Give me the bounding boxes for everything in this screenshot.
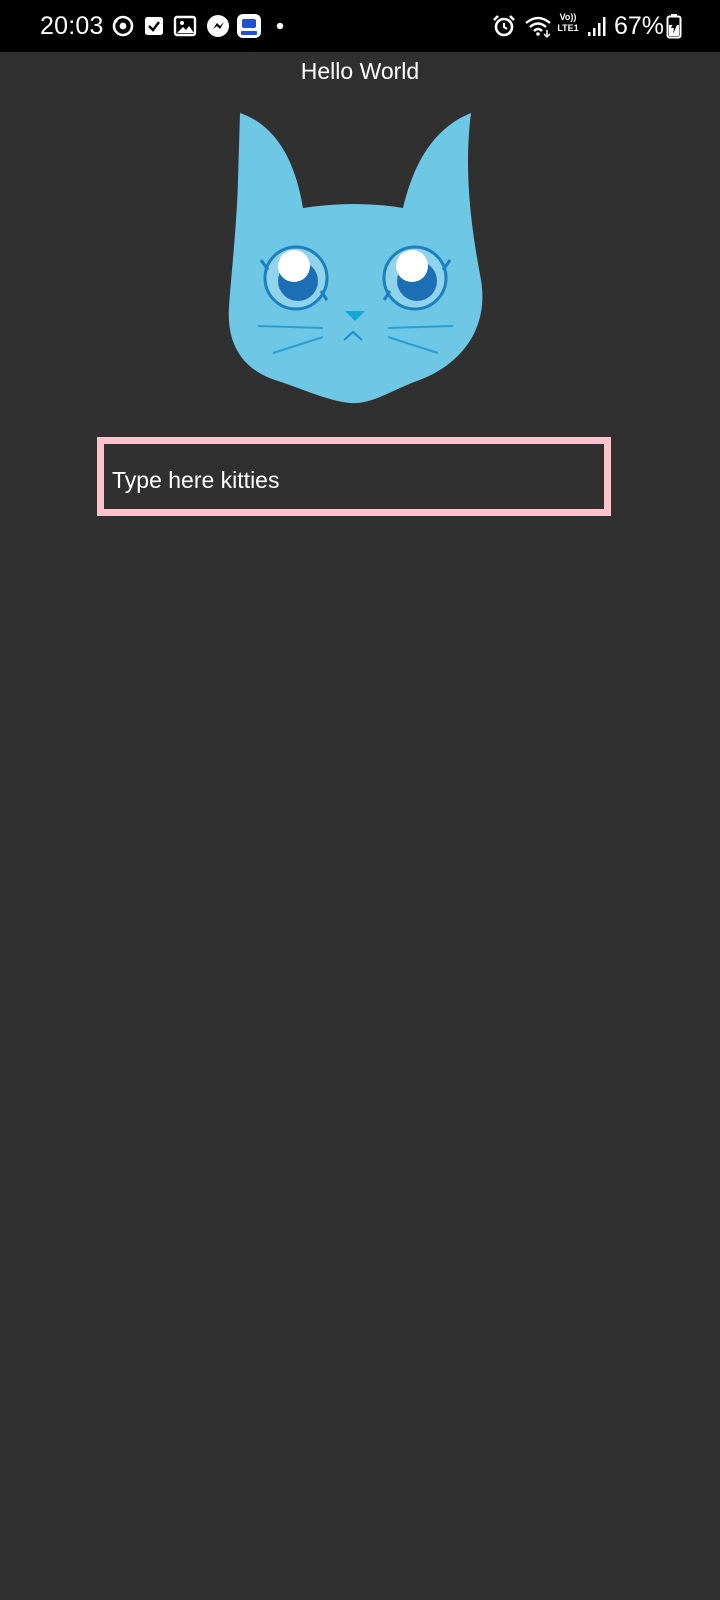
network-label-top: Vo)) [559,12,577,22]
app-icon [237,14,261,38]
hello-world-text: Hello World [300,58,420,84]
more-dot-icon [276,22,284,30]
signal-icon [588,17,606,36]
status-bar: 20:03 Vo)) LTE1 67% [0,0,720,52]
battery-charging-icon [666,14,682,39]
alarm-icon [493,15,515,37]
check-box-icon [145,17,163,35]
gallery-icon [173,15,197,37]
kitties-input-text[interactable]: Type here kitties [112,465,279,495]
status-time: 20:03 [40,12,104,40]
sync-icon [112,15,134,37]
messenger-icon [207,15,229,37]
battery-percent: 67% [614,12,665,40]
network-label-bottom: LTE1 [557,23,579,33]
wifi-icon [525,16,551,39]
volte-icon: Vo)) LTE1 [553,12,583,34]
cat-face-icon [228,113,483,404]
kitties-input[interactable]: Type here kitties [97,437,611,516]
